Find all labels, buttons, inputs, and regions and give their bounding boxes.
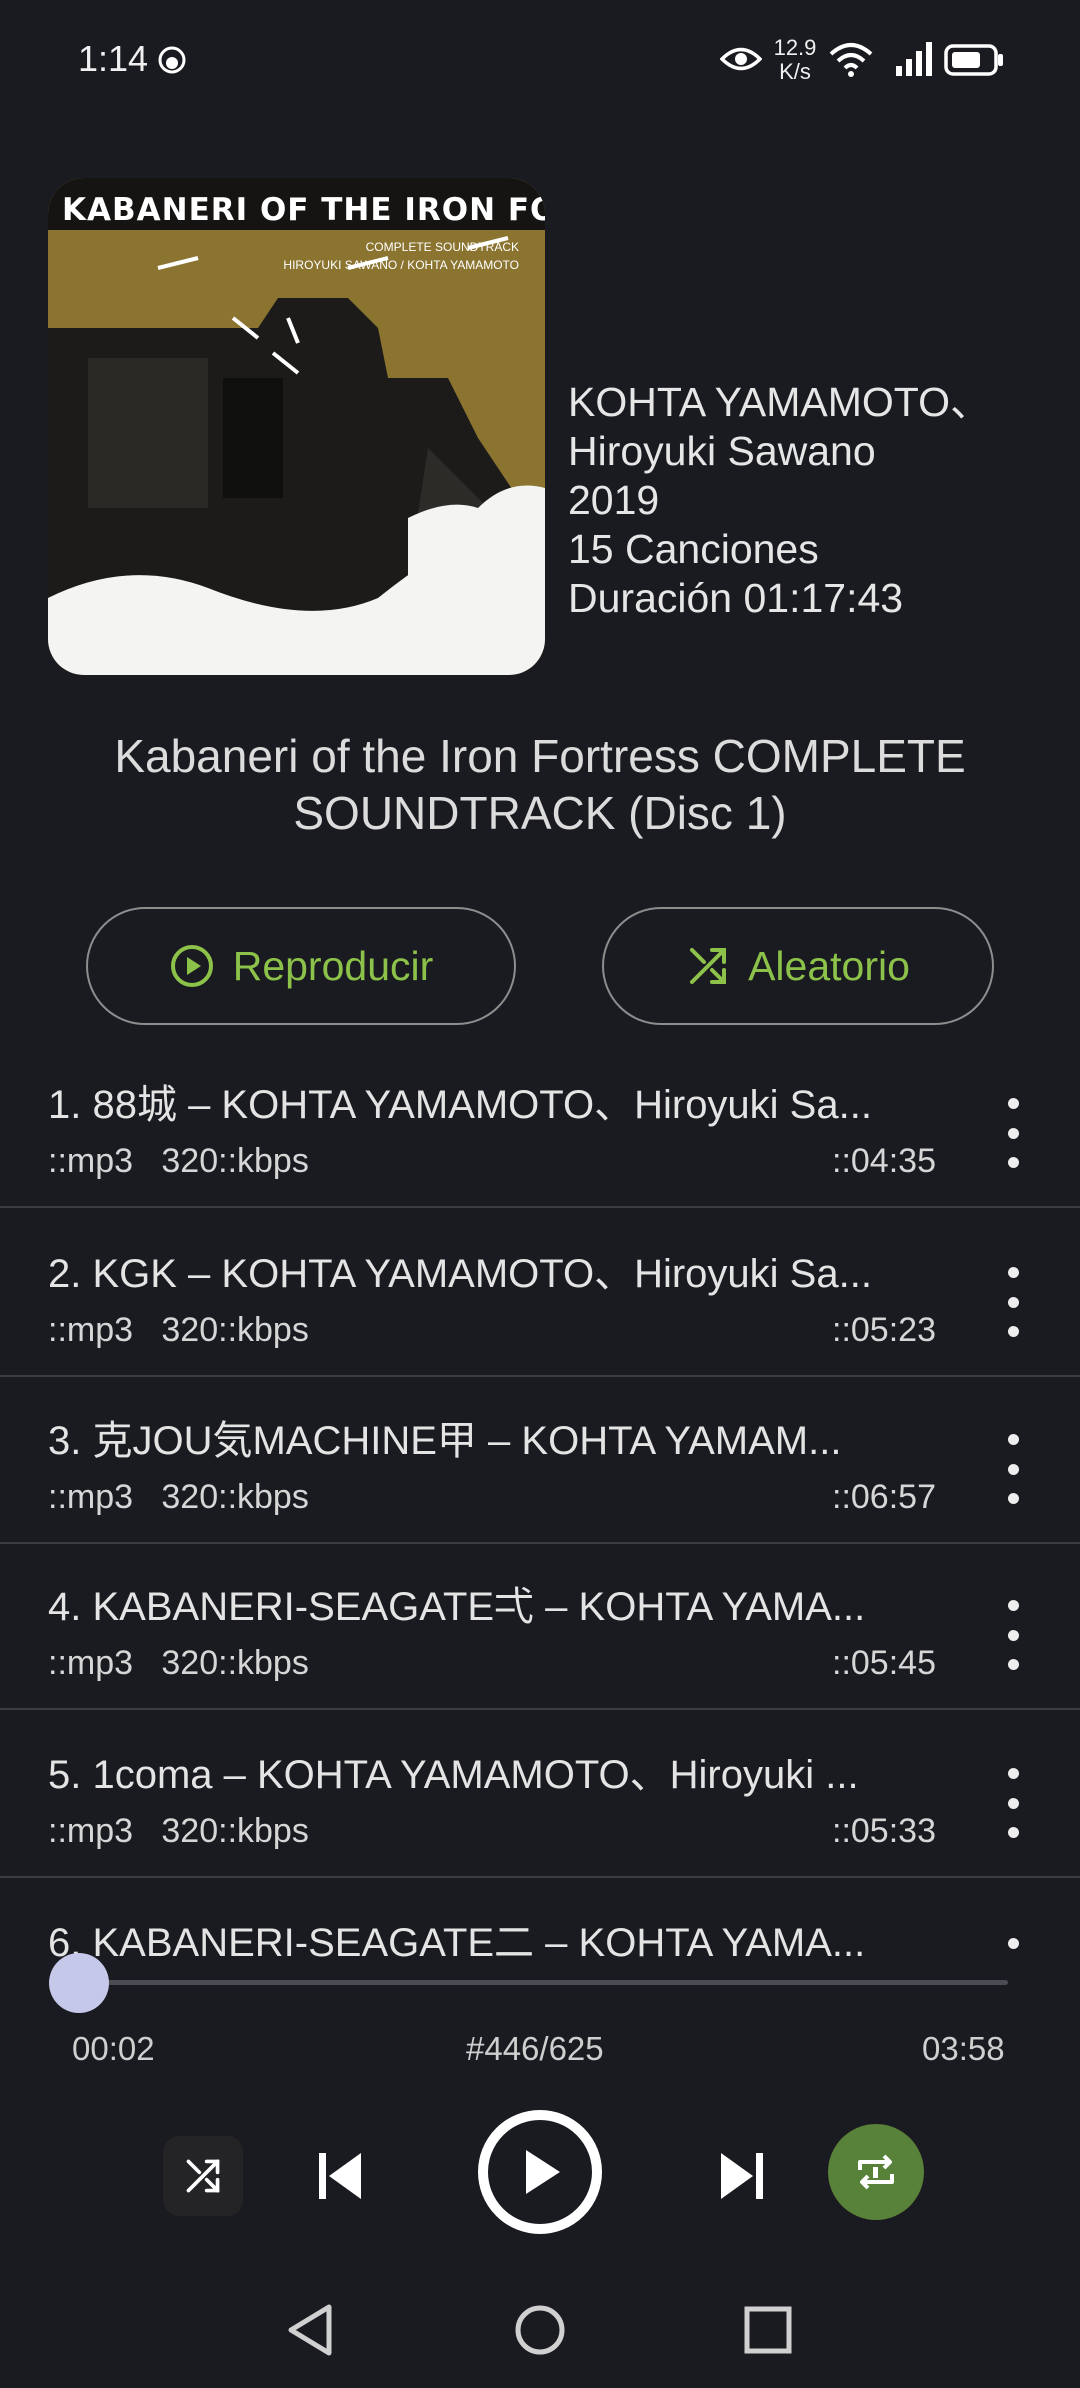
cover-artists: HIROYUKI SAWANO / KOHTA YAMAMOTO [283,258,519,272]
nav-back-button[interactable] [270,2290,350,2370]
shuffle-toggle-button[interactable] [163,2136,243,2216]
track-row[interactable]: 6. KABANERI-SEAGATE二 – KOHTA YAMA... [0,1898,1080,1968]
total-duration: 03:58 [922,2030,1005,2067]
track-duration: ::05:23 [832,1311,936,1349]
divider [0,1375,1080,1377]
shuffle-album-button[interactable]: Aleatorio [602,907,994,1025]
net-speed: 12.9 K/s [770,36,820,84]
current-position: 00:02 [72,2030,155,2067]
album-cover: KABANERI OF THE IRON FORTRESS COMPLETE S… [48,178,545,675]
net-speed-unit: K/s [779,59,811,84]
shuffle-album-label: Aleatorio [748,942,910,989]
track-format: ::mp3 320::kbps [48,1478,309,1516]
battery-icon [944,44,1003,76]
more-options-icon[interactable] [995,1434,1031,1504]
shuffle-icon [186,2159,220,2193]
album-artist-line1: KOHTA YAMAMOTO、 [568,379,991,425]
track-format: ::mp3 320::kbps [48,1812,309,1850]
net-speed-value: 12.9 [773,35,817,60]
seek-thumb[interactable] [49,1953,109,2013]
album-title: Kabaneri of the Iron Fortress COMPLETE S… [114,730,966,839]
divider [0,1542,1080,1544]
album-duration: Duración 01:17:43 [568,575,904,621]
play-album-label: Reproducir [232,942,434,989]
track-title: 2. KGK – KOHTA YAMAMOTO、Hiroyuki Sa... [48,1252,872,1296]
nav-home-button[interactable] [500,2290,580,2370]
more-options-icon[interactable] [995,1098,1031,1168]
album-artist-line2: Hiroyuki Sawano [568,428,876,474]
repeat-button[interactable] [828,2124,924,2220]
track-format: ::mp3 320::kbps [48,1311,309,1349]
repeat-one-icon [858,2154,894,2190]
more-options-icon[interactable] [995,1267,1031,1337]
more-options-icon[interactable] [995,1600,1031,1670]
track-format: ::mp3 320::kbps [48,1142,309,1180]
home-circle-icon [515,2305,565,2355]
more-options-icon[interactable] [995,1768,1031,1838]
seek-bar[interactable] [78,1980,1008,1985]
play-album-button[interactable]: Reproducir [86,907,516,1025]
status-time: 1:14 [78,38,149,79]
cover-title: KABANERI OF THE IRON FORTRESS [62,192,545,228]
play-icon [526,2150,560,2194]
album-meta: KOHTA YAMAMOTO、 Hiroyuki Sawano 2019 15 … [568,378,991,623]
play-circle-icon [170,945,213,987]
divider [0,1206,1080,1208]
album-song-count: 15 Canciones [568,526,819,572]
back-triangle-icon [288,2304,332,2356]
cover-subtitle: COMPLETE SOUNDTRACK [365,240,519,254]
track-title: 1. 88城 – KOHTA YAMAMOTO、Hiroyuki Sa... [48,1083,872,1127]
divider [0,1876,1080,1878]
track-duration: ::05:33 [832,1812,936,1850]
play-pause-button[interactable] [478,2110,602,2234]
track-title: 4. KABANERI-SEAGATE弌 – KOHTA YAMA... [48,1585,866,1629]
nav-recents-button[interactable] [728,2290,808,2370]
track-duration: ::04:35 [832,1142,936,1180]
status-bar: 1:14 12.9 K/s [0,0,1080,120]
track-format: ::mp3 320::kbps [48,1644,309,1682]
wifi-icon [829,43,873,77]
more-options-icon[interactable] [995,1938,1031,1968]
skip-next-icon [721,2153,763,2199]
next-button[interactable] [702,2136,782,2216]
signal-icon [896,42,932,76]
track-duration: ::06:57 [832,1478,936,1516]
recents-square-icon [744,2306,792,2354]
album-year: 2019 [568,477,660,523]
track-title: 3. 克JOU気MACHINE甲 – KOHTA YAMAM... [48,1419,842,1463]
divider [0,1708,1080,1710]
skip-previous-icon [319,2153,361,2199]
track-title: 5. 1coma – KOHTA YAMAMOTO、Hiroyuki ... [48,1753,859,1797]
queue-counter: #446/625 [466,2030,604,2067]
shuffle-icon [690,948,727,984]
previous-button[interactable] [300,2136,380,2216]
notification-face-icon [158,46,186,74]
track-title: 6. KABANERI-SEAGATE二 – KOHTA YAMA... [48,1921,866,1965]
eye-icon [720,47,762,71]
track-duration: ::05:45 [832,1644,936,1682]
